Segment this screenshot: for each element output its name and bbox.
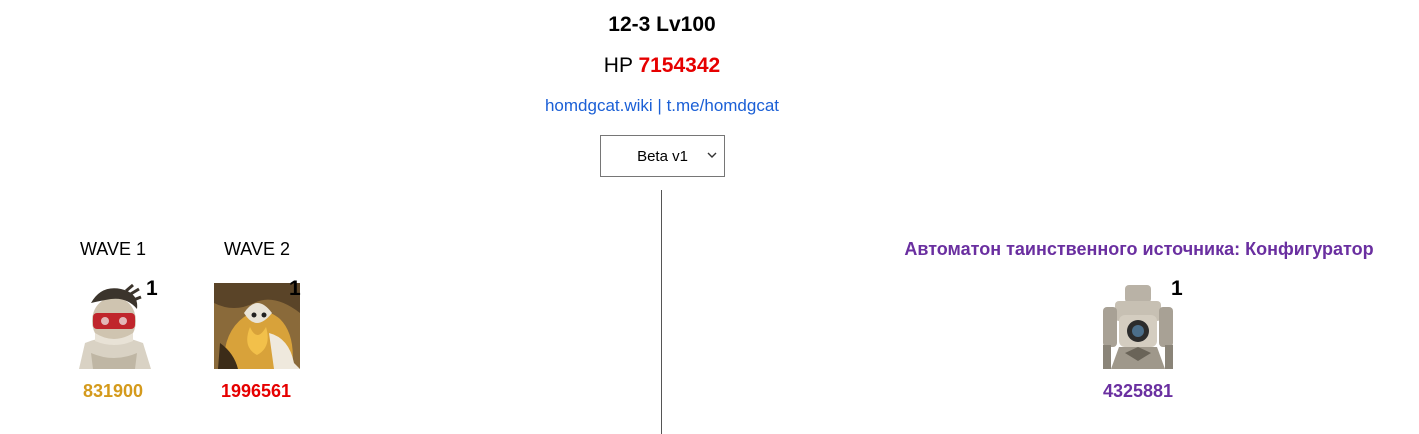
masked-enemy-icon[interactable] — [71, 283, 157, 369]
links-row: homdgcat.wiki | t.me/homdgcat — [0, 96, 1324, 116]
chevron-down-icon — [707, 152, 717, 158]
wave-2-hp: 1996561 — [220, 381, 292, 401]
boss-name: Автоматон таинственного источника: Конфи… — [904, 239, 1374, 259]
wave-1-hp: 831900 — [82, 381, 144, 401]
stage-title: 12-3 Lv100 — [608, 13, 716, 36]
telegram-link[interactable]: t.me/homdgcat — [667, 96, 779, 115]
hp-value: 7154342 — [638, 54, 721, 77]
boss-hp: 4325881 — [1102, 381, 1174, 401]
wave-1-count: 1 — [146, 277, 158, 300]
column-divider — [661, 190, 662, 434]
link-separator: | — [657, 96, 662, 115]
wave-1-label: WAVE 1 — [79, 239, 146, 259]
golden-beast-icon[interactable] — [214, 283, 300, 369]
total-hp: HP 7154342 — [0, 54, 1324, 78]
wiki-link[interactable]: homdgcat.wiki — [545, 96, 653, 115]
version-selected-value: Beta v1 — [637, 147, 688, 165]
boss-count: 1 — [1171, 277, 1183, 300]
hp-label: HP — [603, 54, 633, 77]
wave-2-count: 1 — [289, 277, 301, 300]
wave-2-label: WAVE 2 — [223, 239, 290, 259]
automaton-icon[interactable] — [1095, 283, 1181, 369]
version-select[interactable]: Beta v1 — [600, 135, 725, 177]
